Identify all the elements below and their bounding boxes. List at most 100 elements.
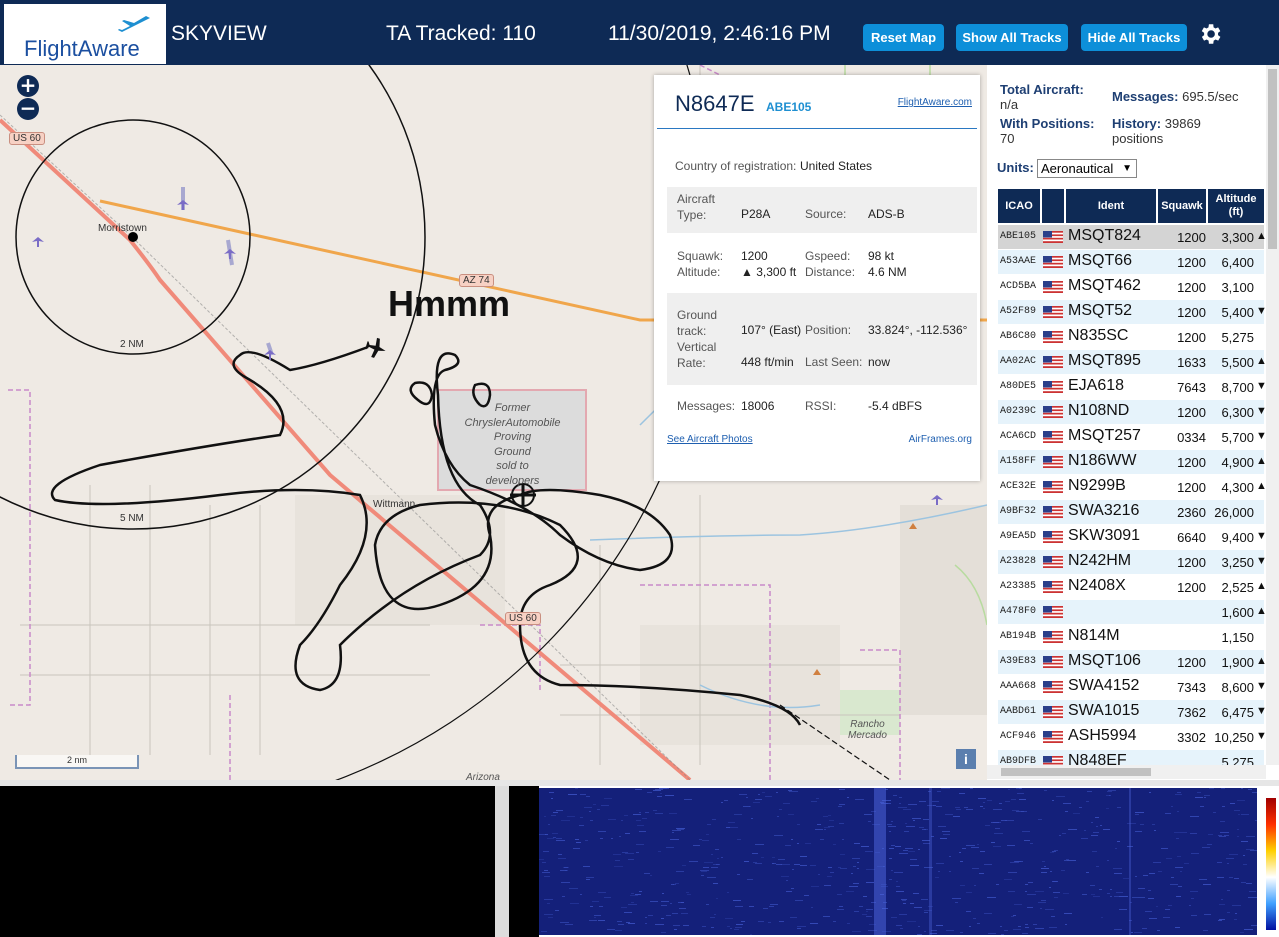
table-row[interactable]: A0239C N108ND 1200 6,300 ▼: [998, 400, 1267, 424]
us-flag-icon: [1043, 681, 1063, 693]
with-positions-stat: With Positions: 70: [1000, 116, 1095, 146]
row-altitude: 5,700: [1221, 430, 1254, 445]
table-row[interactable]: AB194B N814M 1,150: [998, 625, 1264, 649]
col-flag[interactable]: [1042, 189, 1064, 223]
table-row[interactable]: A53AAE MSQT66 1200 6,400: [998, 250, 1264, 274]
table-row[interactable]: A158FF N186WW 1200 4,900 ▲: [998, 450, 1267, 474]
row-squawk: 1200: [1177, 480, 1206, 495]
table-row[interactable]: A52F89 MSQT52 1200 5,400 ▼: [998, 300, 1267, 324]
us-flag-icon: [1043, 331, 1063, 343]
us-flag-icon: [1043, 381, 1063, 393]
popup-icao[interactable]: ABE105: [766, 100, 811, 114]
hide-all-tracks-button[interactable]: Hide All Tracks: [1081, 24, 1187, 51]
table-row[interactable]: ACF946 ASH5994 3302 10,250 ▼: [998, 725, 1267, 749]
col-icao[interactable]: ICAO: [998, 189, 1040, 223]
vertical-scrollbar[interactable]: [1266, 65, 1279, 765]
row-squawk: 7343: [1177, 680, 1206, 695]
row-icao: AB194B: [1000, 631, 1037, 642]
row-icao: A478F0: [1000, 606, 1037, 617]
annotation-text: Hmmm: [388, 283, 511, 324]
row-icao: A158FF: [1000, 456, 1037, 467]
table-row[interactable]: AAA668 SWA4152 7343 8,600 ▼: [998, 675, 1267, 699]
row-ident: N9299B: [1068, 477, 1126, 494]
popup-callsign: N8647E: [675, 91, 755, 116]
us-flag-icon: [1043, 506, 1063, 518]
table-row[interactable]: ABE105 MSQT824 1200 3,300 ▲: [998, 225, 1267, 249]
row-ident: SWA4152: [1068, 677, 1140, 694]
gear-icon[interactable]: [1197, 21, 1223, 47]
see-photos-link[interactable]: See Aircraft Photos: [667, 434, 753, 445]
ring-label-2nm: 2 NM: [120, 339, 144, 350]
table-row[interactable]: AB6C80 N835SC 1200 5,275: [998, 325, 1264, 349]
row-altitude: 5,400: [1221, 305, 1254, 320]
row-squawk: 0334: [1177, 430, 1206, 445]
row-squawk: 1200: [1177, 405, 1206, 420]
aircraft-list-panel: Total Aircraft: n/a With Positions: 70 Mes…: [987, 65, 1279, 780]
table-row[interactable]: A39E83 MSQT106 1200 1,900 ▲: [998, 650, 1267, 674]
table-row[interactable]: AA02AC MSQT895 1633 5,500 ▲: [998, 350, 1267, 374]
airframes-link[interactable]: AirFrames.org: [909, 434, 972, 445]
map-view[interactable]: + − US 60 AZ 74 US 60 Morristown Wittman…: [0, 65, 987, 780]
table-row[interactable]: A80DE5 EJA618 7643 8,700 ▼: [998, 375, 1267, 399]
row-icao: ACE32E: [1000, 481, 1037, 492]
flightaware-link[interactable]: FlightAware.com: [898, 97, 972, 108]
table-row[interactable]: A9EA5D SKW3091 6640 9,400 ▼: [998, 525, 1267, 549]
row-icao: A23828: [1000, 556, 1037, 567]
waterfall-display: [539, 788, 1257, 935]
us-flag-icon: [1043, 531, 1063, 543]
row-ident: MSQT824: [1068, 227, 1141, 244]
table-header: ICAO Ident Squawk Altitude (ft): [998, 189, 1264, 224]
ta-tracked-count: TA Tracked: 110: [386, 22, 536, 45]
row-ident: N242HM: [1068, 552, 1132, 569]
show-all-tracks-button[interactable]: Show All Tracks: [956, 24, 1068, 51]
row-squawk: 1200: [1177, 555, 1206, 570]
horizontal-scrollbar[interactable]: [987, 765, 1266, 779]
row-ident: MSQT66: [1068, 252, 1133, 269]
row-altitude: 5,500: [1221, 355, 1254, 370]
label-arizona: Arizona: [466, 772, 500, 780]
row-altitude: 6,300: [1221, 405, 1254, 420]
popup-country-row: Country of registration: United States: [675, 159, 873, 173]
col-squawk[interactable]: Squawk: [1158, 189, 1206, 223]
row-squawk: 1200: [1177, 580, 1206, 595]
popup-squawk-row: Squawk: 1200 Gspeed: 98 kt Altitude: ▲ 3…: [677, 249, 907, 279]
reset-map-button[interactable]: Reset Map: [863, 24, 944, 51]
table-row[interactable]: A478F0 1,600 ▲: [998, 600, 1267, 624]
table-row[interactable]: ACE32E N9299B 1200 4,300 ▲: [998, 475, 1267, 499]
us-flag-icon: [1043, 731, 1063, 743]
row-altitude: 6,400: [1221, 255, 1254, 270]
row-altitude: 9,400: [1221, 530, 1254, 545]
row-altitude: 3,300: [1221, 230, 1254, 245]
col-ident[interactable]: Ident: [1066, 189, 1156, 223]
zoom-out-button[interactable]: −: [17, 98, 39, 120]
us-flag-icon: [1043, 706, 1063, 718]
row-altitude: 8,600: [1221, 680, 1254, 695]
table-row[interactable]: A9BF32 SWA3216 2360 26,000: [998, 500, 1264, 524]
row-altitude: 2,525: [1221, 580, 1254, 595]
row-icao: AA02AC: [1000, 356, 1037, 367]
table-row[interactable]: A23385 N2408X 1200 2,525 ▲: [998, 575, 1267, 599]
row-squawk: 1200: [1177, 655, 1206, 670]
route-shield-us60-2: US 60: [505, 612, 541, 625]
row-squawk: 7643: [1177, 380, 1206, 395]
row-altitude: 8,700: [1221, 380, 1254, 395]
info-button[interactable]: i: [956, 749, 976, 769]
table-row[interactable]: ACA6CD MSQT257 0334 5,700 ▼: [998, 425, 1267, 449]
row-icao: ACF946: [1000, 731, 1037, 742]
units-select[interactable]: Aeronautical ▼: [1037, 159, 1137, 178]
row-squawk: 1200: [1177, 230, 1206, 245]
row-icao: A23385: [1000, 581, 1037, 592]
row-ident: N108ND: [1068, 402, 1130, 419]
table-row[interactable]: A23828 N242HM 1200 3,250 ▼: [998, 550, 1267, 574]
col-altitude[interactable]: Altitude (ft): [1208, 189, 1264, 223]
us-flag-icon: [1043, 631, 1063, 643]
us-flag-icon: [1043, 481, 1063, 493]
zoom-in-button[interactable]: +: [17, 75, 39, 97]
table-row[interactable]: AABD61 SWA1015 7362 6,475 ▼: [998, 700, 1267, 724]
row-squawk: 2360: [1177, 505, 1206, 520]
us-flag-icon: [1043, 231, 1063, 243]
row-ident: N835SC: [1068, 327, 1129, 344]
table-row[interactable]: ACD5BA MSQT462 1200 3,100: [998, 275, 1264, 299]
logo-text: FlightAware: [24, 36, 140, 61]
row-altitude: 1,900: [1221, 655, 1254, 670]
